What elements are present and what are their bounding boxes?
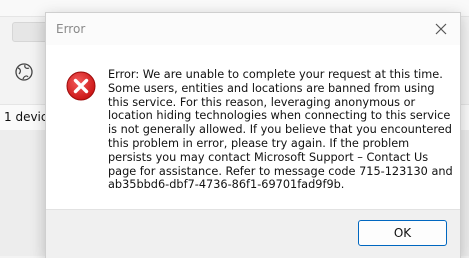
dialog-footer: OK: [46, 209, 460, 258]
error-dialog: Error Error: We are unable to complete y…: [45, 12, 461, 258]
dialog-title: Error: [56, 22, 86, 36]
ok-button[interactable]: OK: [358, 220, 447, 246]
dialog-content: Error: We are unable to complete your re…: [46, 45, 460, 209]
dialog-title-bar[interactable]: Error: [46, 13, 460, 45]
close-icon: [435, 23, 447, 35]
error-message: Error: We are unable to complete your re…: [108, 68, 453, 192]
globe-icon: [14, 62, 34, 82]
error-icon: [66, 71, 96, 101]
close-button[interactable]: [428, 17, 454, 41]
